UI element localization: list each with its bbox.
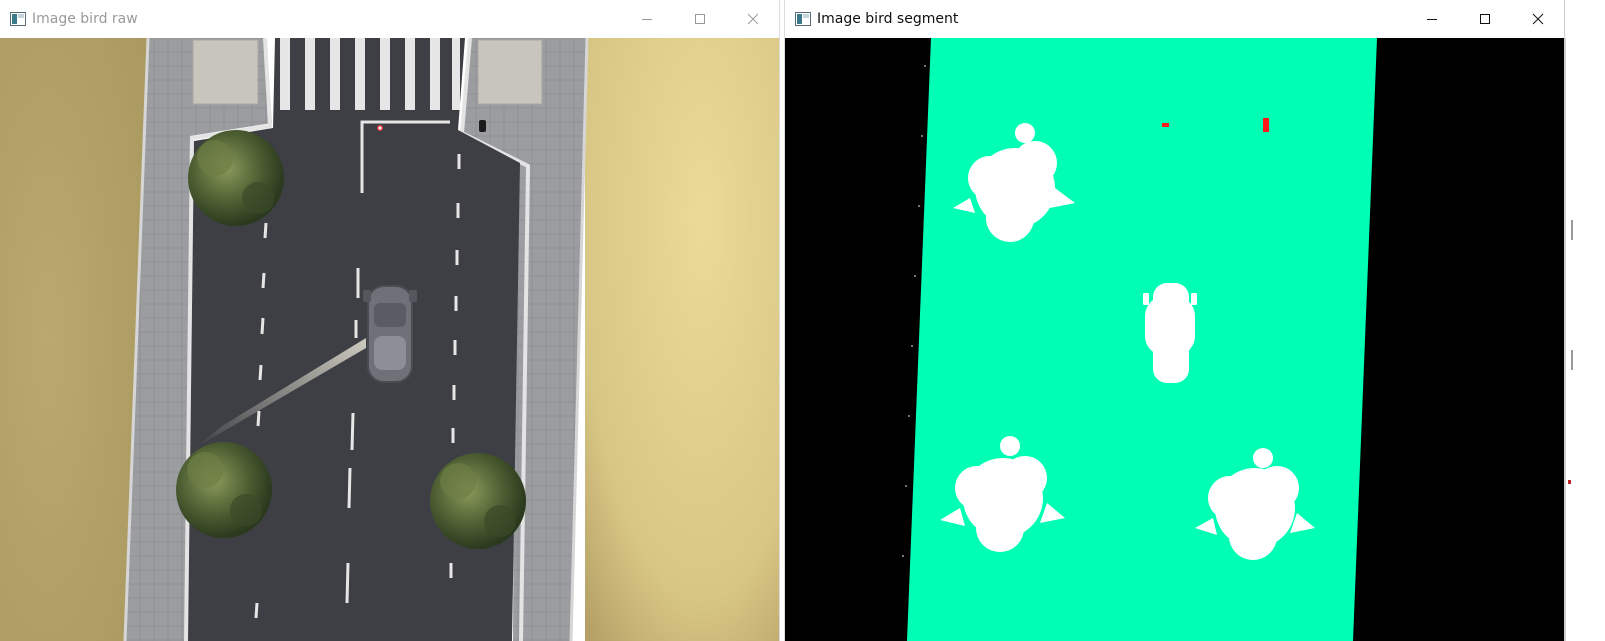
segment-road-region — [907, 38, 1377, 641]
window-controls — [620, 0, 779, 38]
partial-window-edge — [1565, 0, 1605, 641]
close-icon — [747, 13, 758, 25]
window-image-bird-raw[interactable]: Image bird raw — [0, 0, 780, 641]
maximize-button[interactable] — [673, 0, 726, 38]
opencv-window-icon — [795, 12, 811, 26]
maximize-icon — [694, 14, 705, 24]
segment-marker — [1263, 118, 1269, 132]
tree — [176, 442, 272, 538]
bird-view-raw-image — [0, 38, 779, 641]
minimize-button[interactable] — [1405, 0, 1458, 38]
minimize-icon — [641, 19, 652, 20]
maximize-button[interactable] — [1458, 0, 1511, 38]
maximize-icon — [1479, 14, 1490, 24]
minimize-button[interactable] — [620, 0, 673, 38]
opencv-window-icon — [10, 12, 26, 26]
close-button[interactable] — [1511, 0, 1564, 38]
segment-marker — [1162, 123, 1169, 127]
tree — [430, 453, 526, 549]
window-title: Image bird raw — [32, 11, 138, 27]
titlebar-segment[interactable]: Image bird segment — [785, 0, 1564, 38]
titlebar-raw[interactable]: Image bird raw — [0, 0, 779, 38]
image-viewport-segment[interactable] — [785, 38, 1564, 641]
tree — [188, 130, 284, 226]
image-viewport-raw[interactable] — [0, 38, 779, 641]
window-title: Image bird segment — [817, 11, 959, 27]
minimize-icon — [1426, 19, 1437, 20]
bird-view-segmentation-image — [785, 38, 1564, 641]
window-controls — [1405, 0, 1564, 38]
car — [363, 285, 417, 383]
close-icon — [1532, 13, 1543, 25]
close-button[interactable] — [726, 0, 779, 38]
window-image-bird-segment[interactable]: Image bird segment — [784, 0, 1565, 641]
